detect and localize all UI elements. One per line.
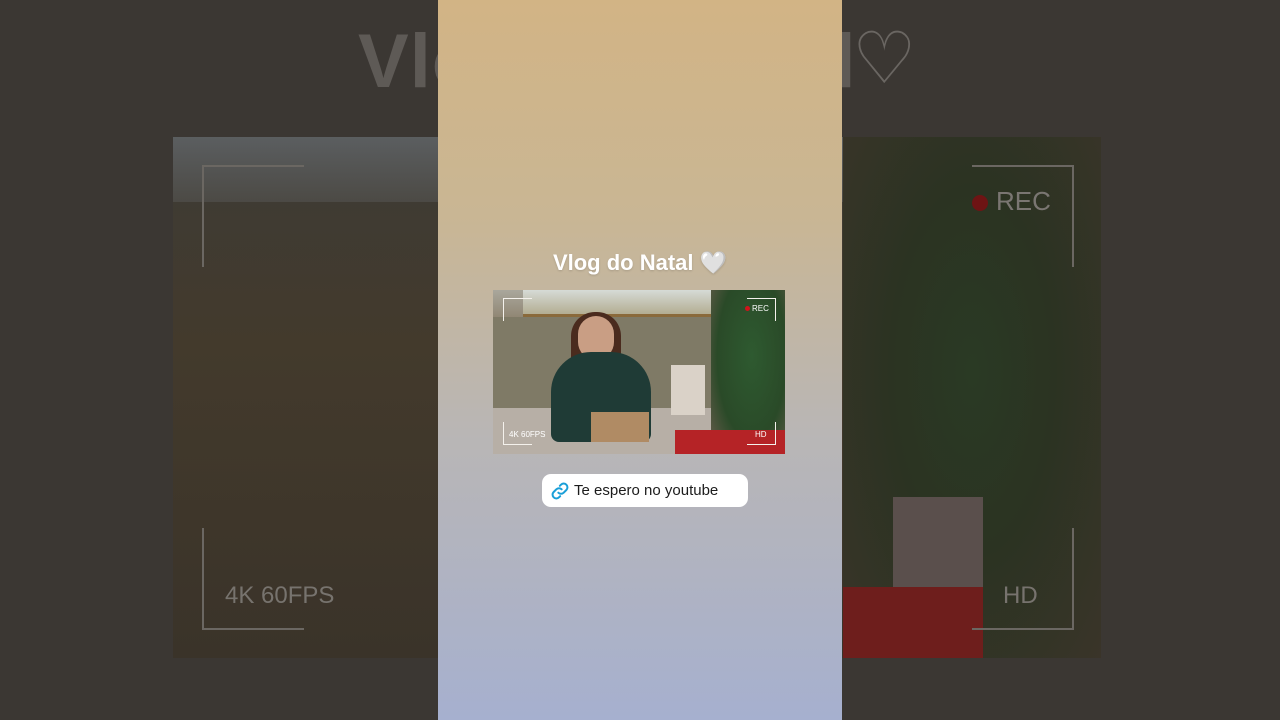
story-title: Vlog do Natal 🤍 [552,250,728,275]
video-box [591,412,649,442]
video-corner-top-left [503,298,532,321]
background-corner-top-left [202,165,304,267]
video-rec-label: REC [752,304,769,313]
story-video-thumbnail[interactable]: REC 4K 60FPS HD [493,290,785,454]
link-icon [551,482,569,499]
rec-dot-icon [745,306,750,311]
background-rec-label: REC [996,186,1051,216]
background-rec-indicator: REC [972,186,1051,217]
background-corner-bottom-left [202,528,304,630]
video-gift [671,365,705,415]
background-corner-bottom-right [972,528,1074,630]
background-wrapping [843,587,983,658]
video-rec-indicator: REC [745,304,769,313]
background-fps-label: 4K 60FPS [225,582,335,609]
rec-dot-icon [972,195,988,212]
link-sticker-label: Te espero no youtube [574,482,719,499]
story-card[interactable]: Vlog do Natal 🤍 REC 4K 60FPS HD Te esper… [438,0,842,720]
background-hd-label: HD [1003,582,1038,609]
video-window [523,290,723,317]
video-hd-label: HD [755,430,767,439]
link-sticker[interactable]: Te espero no youtube [542,474,748,507]
video-fps-label: 4K 60FPS [509,430,546,439]
background-heart-icon: ♡ [852,16,917,100]
